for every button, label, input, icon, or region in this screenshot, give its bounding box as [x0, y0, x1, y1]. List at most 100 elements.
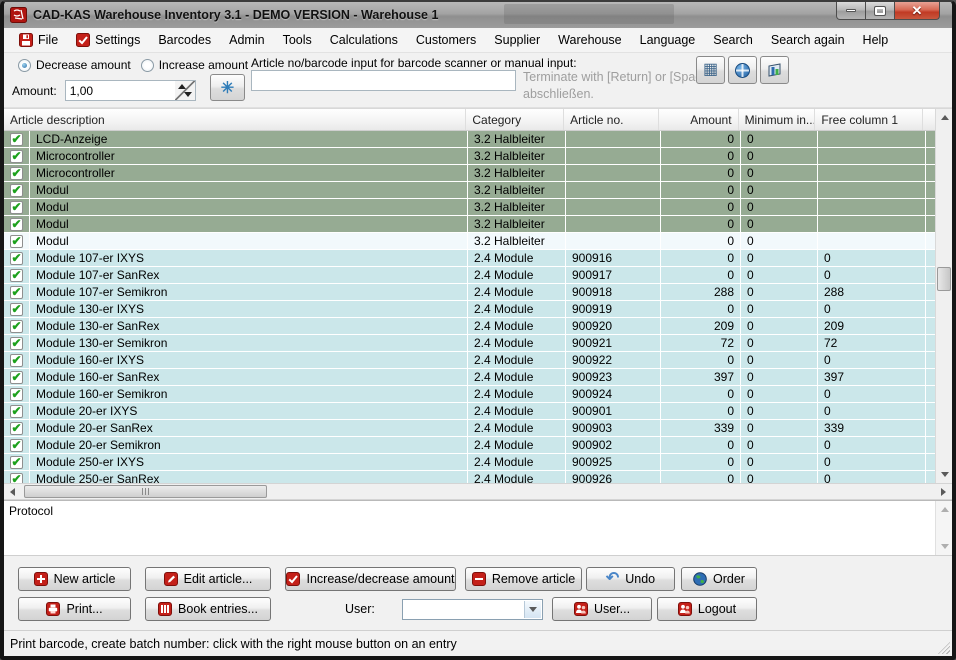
table-cell-icon: ✔: [4, 216, 30, 233]
edit-article-button[interactable]: Edit article...: [145, 567, 271, 591]
table-row[interactable]: ✔Module 130-er IXYS2.4 Module900919000: [4, 301, 935, 318]
menu-item-admin[interactable]: Admin: [220, 31, 273, 49]
logout-button[interactable]: Logout: [657, 597, 757, 621]
horizontal-scroll-thumb[interactable]: [24, 485, 267, 498]
window-title: CAD-KAS Warehouse Inventory 3.1 - DEMO V…: [33, 8, 438, 22]
protocol-scrollbar[interactable]: [935, 501, 952, 555]
undo-button[interactable]: ↶ Undo: [586, 567, 675, 591]
table-row[interactable]: ✔Modul3.2 Halbleiter00: [4, 199, 935, 216]
table-cell-amount: 0: [661, 165, 741, 182]
table-cell-minimum: 0: [741, 250, 818, 267]
arrow-up-icon: [941, 115, 949, 120]
increase-decrease-amount-button[interactable]: Increase/decrease amount: [285, 567, 456, 591]
table-cell-description: Modul: [30, 216, 468, 233]
table-row[interactable]: ✔Module 130-er SanRex2.4 Module900920209…: [4, 318, 935, 335]
close-icon: ✕: [912, 4, 923, 17]
resize-grip-icon[interactable]: [938, 642, 950, 654]
table-row[interactable]: ✔Microcontroller3.2 Halbleiter00: [4, 148, 935, 165]
table-row[interactable]: ✔Module 107-er Semikron2.4 Module9009182…: [4, 284, 935, 301]
menu-item-customers[interactable]: Customers: [407, 31, 485, 49]
table-cell-minimum: 0: [741, 437, 818, 454]
remove-article-button[interactable]: Remove article: [465, 567, 582, 591]
table-row[interactable]: ✔Module 160-er IXYS2.4 Module900922000: [4, 352, 935, 369]
table-row[interactable]: ✔Module 107-er IXYS2.4 Module900916000: [4, 250, 935, 267]
amount-input[interactable]: [66, 81, 174, 100]
column-header-6[interactable]: Free column 1: [815, 109, 923, 130]
table-row[interactable]: ✔Module 250-er SanRex2.4 Module900926000: [4, 471, 935, 483]
table-row[interactable]: ✔Module 160-er Semikron2.4 Module9009240…: [4, 386, 935, 403]
table-cell-filler: [926, 318, 935, 335]
print-button[interactable]: Print...: [18, 597, 131, 621]
web-globe-button[interactable]: [728, 56, 757, 84]
menu-item-file[interactable]: File: [10, 31, 67, 49]
menu-item-label: Tools: [283, 33, 312, 47]
menu-item-search-again[interactable]: Search again: [762, 31, 854, 49]
amount-label: Amount:: [12, 84, 57, 98]
minimize-button[interactable]: [836, 2, 866, 20]
scroll-down-button[interactable]: [936, 538, 953, 555]
column-header-4[interactable]: Amount: [659, 109, 739, 130]
book-entries-button[interactable]: Book entries...: [145, 597, 271, 621]
scroll-up-button[interactable]: [936, 109, 952, 126]
arrow-down-icon: [941, 544, 949, 549]
menu-item-warehouse[interactable]: Warehouse: [549, 31, 630, 49]
scroll-right-button[interactable]: [935, 484, 952, 499]
table-row[interactable]: ✔Module 250-er IXYS2.4 Module900925000: [4, 454, 935, 471]
table-row[interactable]: ✔LCD-Anzeige3.2 Halbleiter00: [4, 131, 935, 148]
table-cell-article-no: [566, 216, 661, 233]
column-header-5[interactable]: Minimum in...: [739, 109, 816, 130]
new-article-button[interactable]: New article: [18, 567, 131, 591]
scroll-down-button[interactable]: [936, 466, 952, 483]
table-row[interactable]: ✔Module 107-er SanRex2.4 Module900917000: [4, 267, 935, 284]
menu-item-help[interactable]: Help: [854, 31, 898, 49]
vertical-scroll-thumb[interactable]: [937, 267, 951, 291]
amount-spinner[interactable]: [175, 81, 195, 100]
menu-item-settings[interactable]: Settings: [67, 31, 149, 49]
menu-item-barcodes[interactable]: Barcodes: [149, 31, 220, 49]
statusbar-text: Print barcode, create batch number: clic…: [10, 637, 457, 651]
column-header-3[interactable]: Article no.: [564, 109, 659, 130]
table-row[interactable]: ✔Modul3.2 Halbleiter00: [4, 182, 935, 199]
scroll-left-button[interactable]: [4, 484, 21, 499]
scroll-up-button[interactable]: [936, 501, 953, 518]
barcode-input[interactable]: [251, 70, 516, 91]
table-vertical-scrollbar[interactable]: [935, 109, 952, 483]
menu-item-supplier[interactable]: Supplier: [485, 31, 549, 49]
scan-action-button[interactable]: ✳: [210, 74, 245, 101]
table-cell-filler: [926, 267, 935, 284]
table-row[interactable]: ✔Module 20-er IXYS2.4 Module900901000: [4, 403, 935, 420]
user-button[interactable]: User...: [552, 597, 652, 621]
increase-amount-radio[interactable]: Increase amount: [141, 58, 248, 72]
table-row[interactable]: ✔Module 20-er Semikron2.4 Module90090200…: [4, 437, 935, 454]
table-row[interactable]: ✔Module 160-er SanRex2.4 Module900923397…: [4, 369, 935, 386]
close-button[interactable]: ✕: [894, 2, 940, 20]
table-row[interactable]: ✔Microcontroller3.2 Halbleiter00: [4, 165, 935, 182]
green-check-icon: ✔: [10, 269, 23, 282]
menu-item-search[interactable]: Search: [704, 31, 762, 49]
table-cell-amount: 209: [661, 318, 741, 335]
column-header-1[interactable]: Article description: [4, 109, 466, 130]
calculator-table-button[interactable]: ▦: [696, 56, 725, 84]
green-check-icon: ✔: [10, 218, 23, 231]
order-button[interactable]: Order: [681, 567, 757, 591]
dropdown-button[interactable]: [524, 601, 541, 618]
menu-item-language[interactable]: Language: [631, 31, 705, 49]
table-row[interactable]: ✔Modul3.2 Halbleiter00: [4, 233, 935, 250]
table-cell-amount: 0: [661, 148, 741, 165]
maximize-button[interactable]: [866, 2, 894, 20]
table-cell-filler: [926, 131, 935, 148]
protocol-textarea[interactable]: Protocol: [4, 500, 952, 556]
decrease-amount-label: Decrease amount: [36, 58, 131, 72]
statistics-button[interactable]: [760, 56, 789, 84]
table-horizontal-scrollbar[interactable]: [4, 483, 952, 500]
menu-item-tools[interactable]: Tools: [274, 31, 321, 49]
table-row[interactable]: ✔Modul3.2 Halbleiter00: [4, 216, 935, 233]
table-row[interactable]: ✔Module 130-er Semikron2.4 Module9009217…: [4, 335, 935, 352]
table-cell-icon: ✔: [4, 250, 30, 267]
user-select[interactable]: [402, 599, 543, 620]
table-row[interactable]: ✔Module 20-er SanRex2.4 Module9009033390…: [4, 420, 935, 437]
table-cell-minimum: 0: [741, 454, 818, 471]
column-header-2[interactable]: Category: [466, 109, 564, 130]
decrease-amount-radio[interactable]: Decrease amount: [18, 58, 131, 72]
menu-item-calculations[interactable]: Calculations: [321, 31, 407, 49]
